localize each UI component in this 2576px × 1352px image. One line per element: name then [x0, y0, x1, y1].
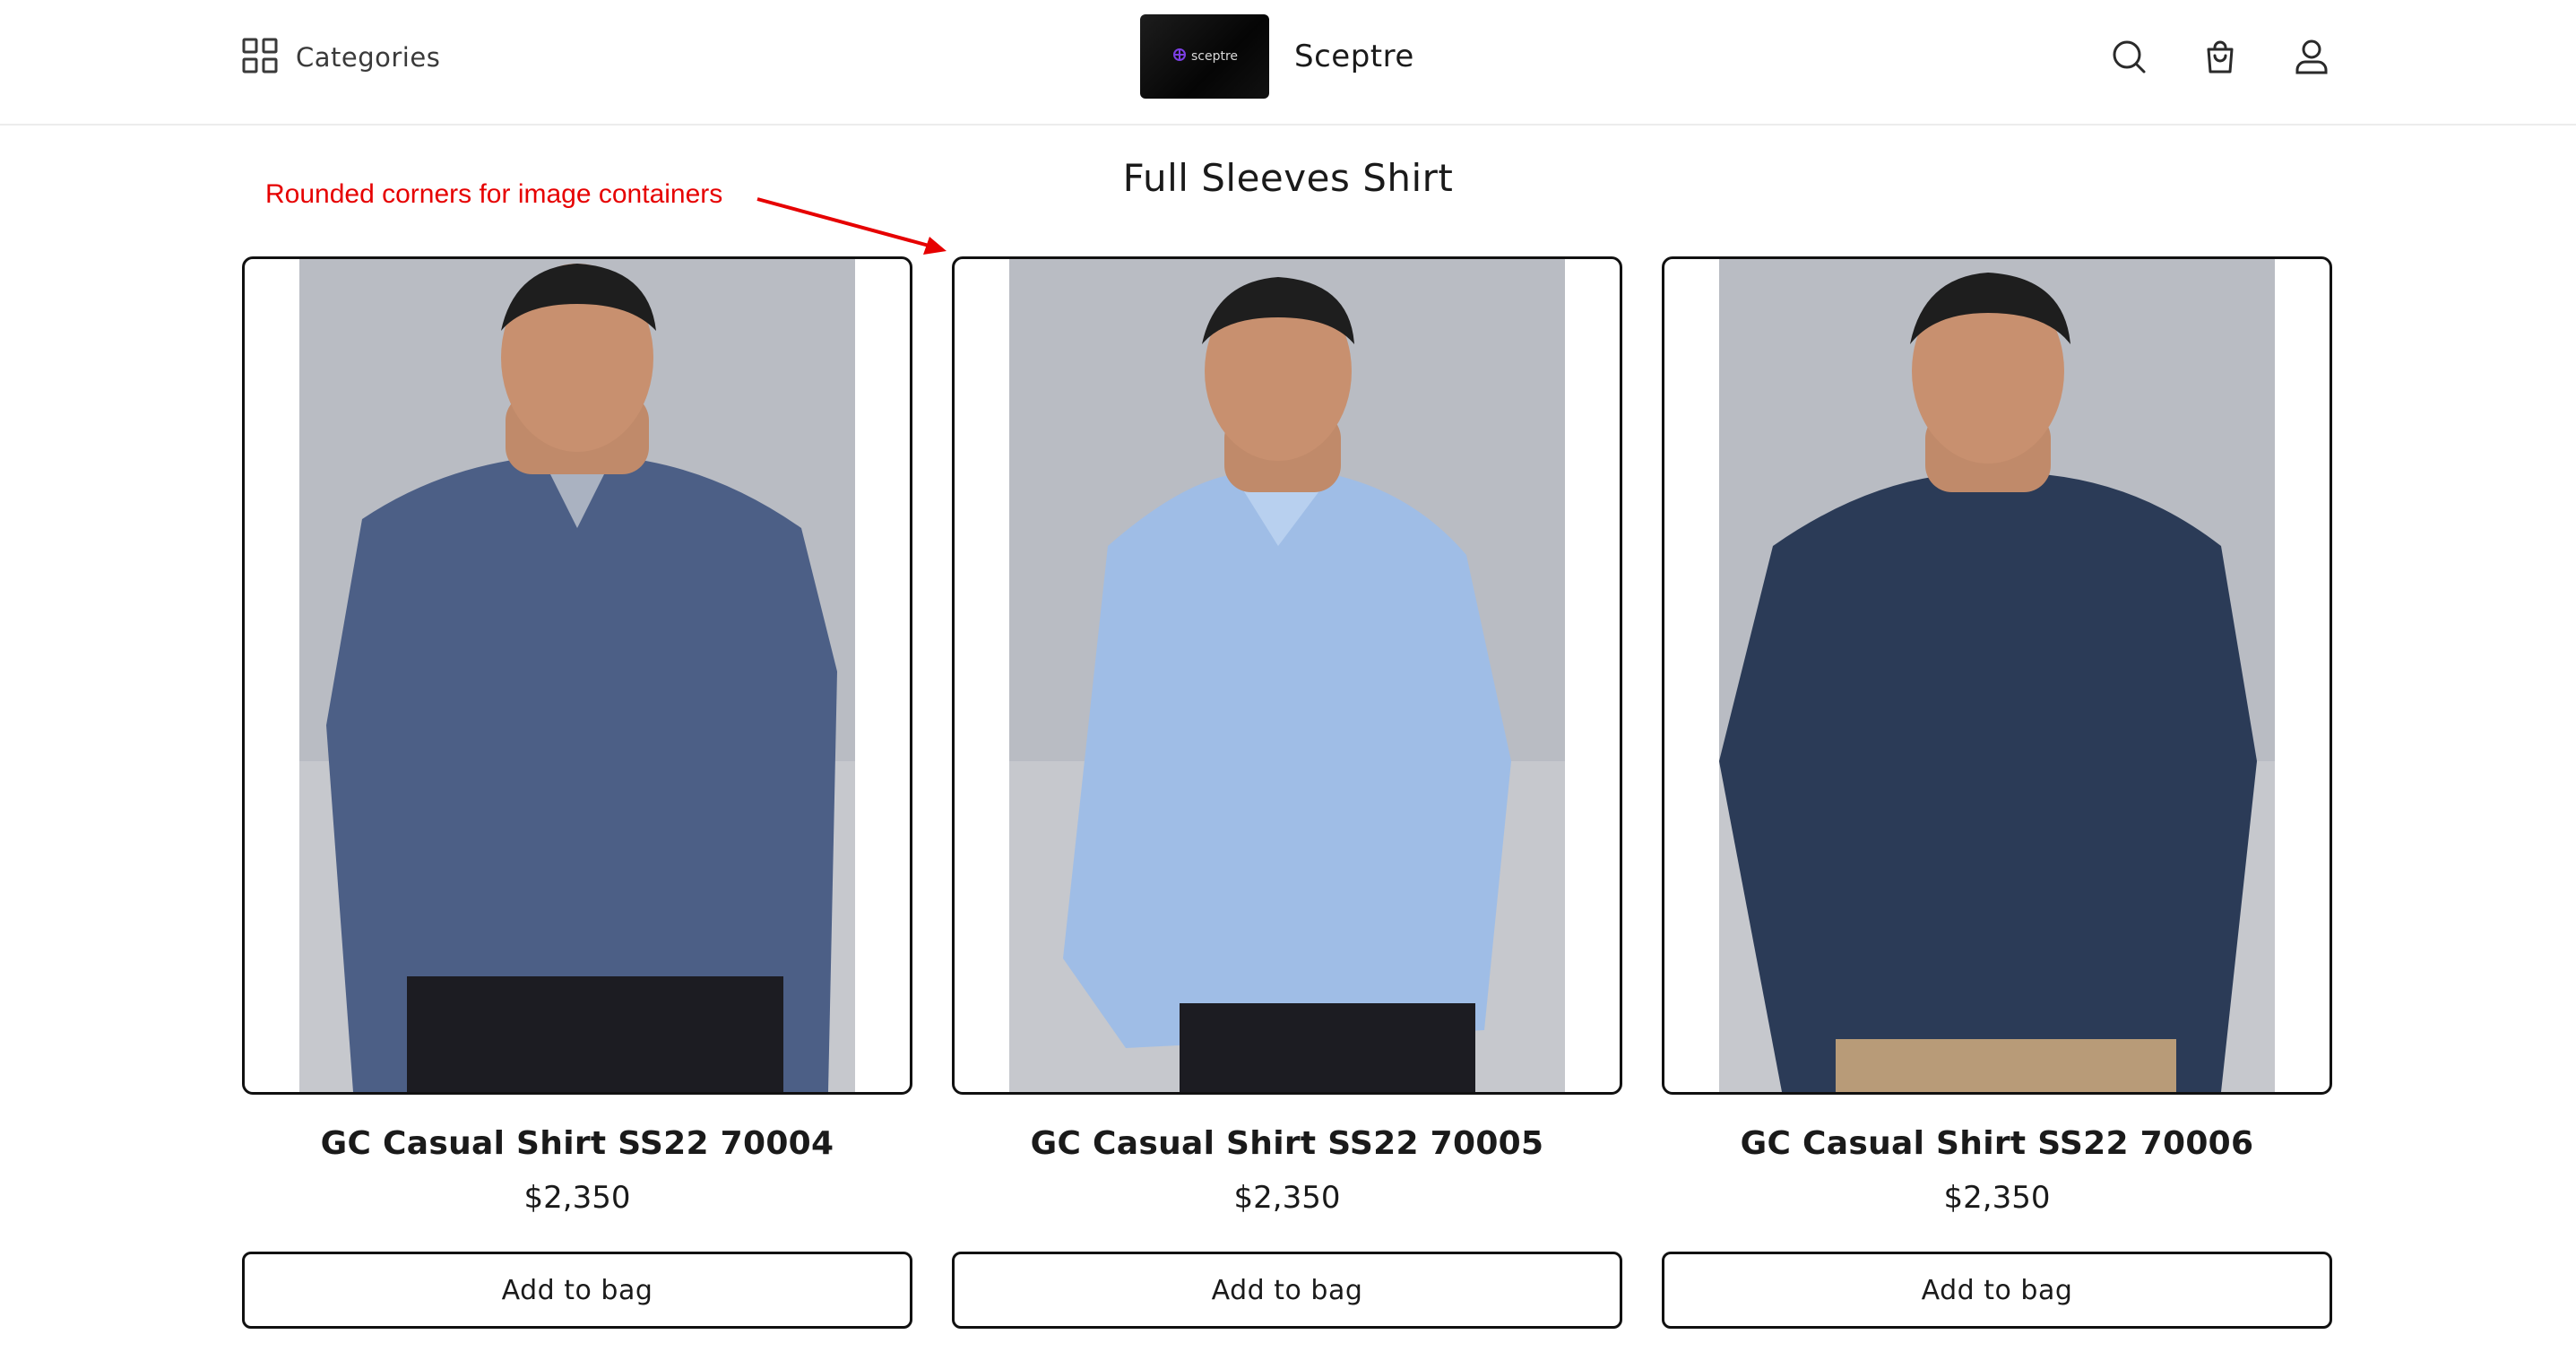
search-button[interactable]	[2108, 38, 2149, 79]
product-photo	[1009, 259, 1565, 1092]
product-price: $2,350	[523, 1180, 631, 1216]
product-name[interactable]: GC Casual Shirt SS22 70005	[952, 1125, 1622, 1162]
categories-menu-button[interactable]: Categories	[242, 38, 441, 77]
product-image-container[interactable]	[242, 256, 912, 1095]
bag-button[interactable]	[2200, 38, 2241, 79]
product-card[interactable]: GC Casual Shirt SS22 70004 $2,350 Add to…	[242, 256, 912, 1329]
product-price: $2,350	[1943, 1180, 2051, 1216]
annotation-text: Rounded corners for image containers	[265, 179, 723, 209]
grid-icon	[242, 38, 278, 77]
search-icon	[2111, 39, 2147, 78]
add-to-bag-button[interactable]: Add to bag	[1662, 1252, 2332, 1329]
brand-logo[interactable]: sceptre	[1140, 14, 1269, 99]
product-name[interactable]: GC Casual Shirt SS22 70004	[242, 1125, 912, 1162]
product-price: $2,350	[1233, 1180, 1341, 1216]
product-card[interactable]: GC Casual Shirt SS22 70005 $2,350 Add to…	[952, 256, 1622, 1329]
categories-label: Categories	[296, 42, 441, 73]
brand[interactable]: sceptre Sceptre	[1140, 14, 1414, 99]
brand-logo-mark-icon	[1171, 47, 1188, 66]
add-to-bag-button[interactable]: Add to bag	[242, 1252, 912, 1329]
product-name[interactable]: GC Casual Shirt SS22 70006	[1662, 1125, 2332, 1162]
user-icon	[2294, 39, 2330, 78]
product-photo	[299, 259, 855, 1092]
account-button[interactable]	[2291, 38, 2332, 79]
brand-name[interactable]: Sceptre	[1294, 39, 1414, 74]
shopping-bag-icon	[2202, 39, 2238, 78]
product-card[interactable]: GC Casual Shirt SS22 70006 $2,350 Add to…	[1662, 256, 2332, 1329]
header-actions	[2108, 36, 2332, 81]
product-photo	[1719, 259, 2275, 1092]
brand-logo-text: sceptre	[1190, 49, 1239, 64]
product-image-container[interactable]	[952, 256, 1622, 1095]
product-image-container[interactable]	[1662, 256, 2332, 1095]
add-to-bag-button[interactable]: Add to bag	[952, 1252, 1622, 1329]
site-header: Categories sceptre Sceptre	[0, 0, 2576, 126]
